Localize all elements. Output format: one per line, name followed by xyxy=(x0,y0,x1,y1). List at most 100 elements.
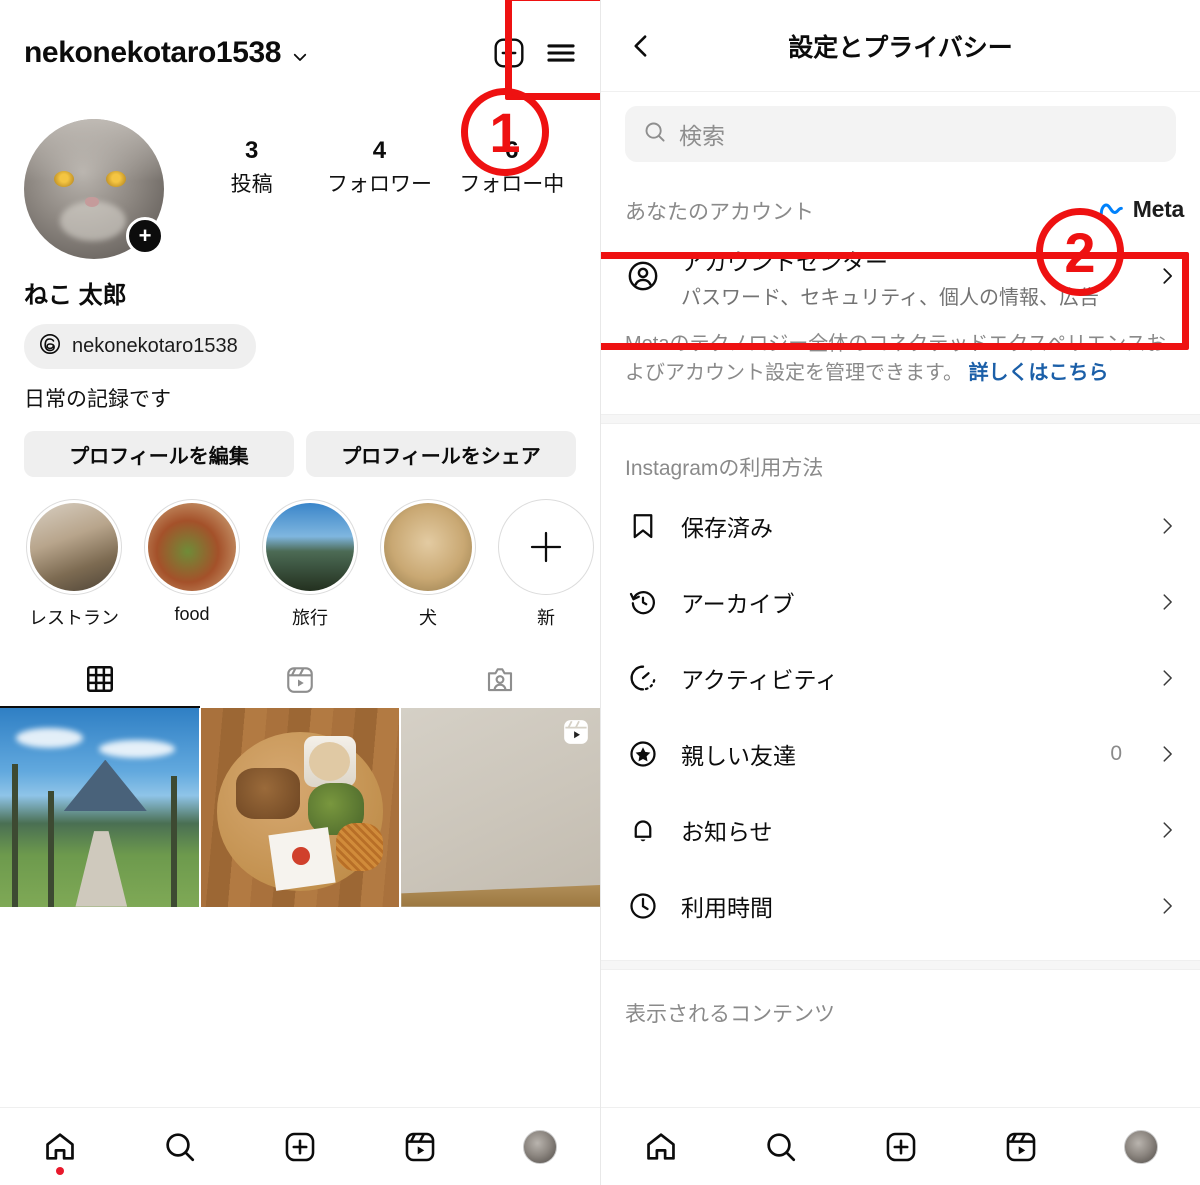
chevron-right-icon xyxy=(1156,591,1178,613)
edit-profile-button[interactable]: プロフィールを編集 xyxy=(24,431,294,477)
section-your-account: あなたのアカウント Meta アカウントセンター パスワード、セキュリティ、個人… xyxy=(601,172,1200,424)
stat-followers-count: 4 xyxy=(372,137,387,164)
plus-square-icon[interactable] xyxy=(488,32,530,74)
highlight-label: 犬 xyxy=(419,608,437,628)
avatar-icon xyxy=(523,1129,557,1164)
learn-more-link[interactable]: 詳しくはこちら xyxy=(969,362,1109,384)
nav-home[interactable] xyxy=(30,1117,90,1177)
threads-badge[interactable]: nekonekotaro1538 xyxy=(24,324,256,369)
row-text: アーカイブ xyxy=(681,585,1136,619)
row-notifications[interactable]: お知らせ xyxy=(601,792,1200,868)
post-thumbnail[interactable] xyxy=(0,708,199,907)
nav-home[interactable] xyxy=(631,1117,691,1177)
add-story-button[interactable]: + xyxy=(126,217,164,255)
tree xyxy=(11,763,18,907)
stat-followers[interactable]: 4 フォロワー xyxy=(327,137,432,198)
chevron-down-icon[interactable] xyxy=(291,48,309,66)
cup xyxy=(303,735,356,788)
highlight-label: 新 xyxy=(537,608,555,628)
close-friends-count: 0 xyxy=(1110,742,1122,765)
chevron-right-icon xyxy=(1156,265,1178,287)
home-icon xyxy=(647,1132,675,1160)
post-image-landscape xyxy=(0,708,199,907)
avatar-art-muzzle xyxy=(60,201,126,241)
grid-tab[interactable] xyxy=(0,652,200,708)
chevron-right-icon xyxy=(1156,743,1178,765)
row-title: 親しい友達 xyxy=(681,743,796,769)
row-text: 保存済み xyxy=(681,509,1136,543)
profile-action-buttons: プロフィールを編集 プロフィールをシェア xyxy=(0,413,600,477)
highlight-ring xyxy=(262,499,358,595)
row-title: アクティビティ xyxy=(681,667,839,693)
tagged-tab[interactable] xyxy=(400,652,600,708)
notification-dot xyxy=(56,1166,64,1175)
highlight-label: レストラン xyxy=(29,608,119,628)
cloud xyxy=(15,727,84,748)
cloud xyxy=(99,739,175,758)
nav-search[interactable] xyxy=(751,1117,811,1177)
photo-art xyxy=(200,708,400,907)
search-input[interactable]: 検索 xyxy=(625,106,1176,162)
stat-followers-label: フォロワー xyxy=(326,172,432,196)
highlight-restaurant[interactable]: レストラン xyxy=(26,499,122,630)
reels-tab[interactable] xyxy=(200,652,400,708)
share-profile-button[interactable]: プロフィールをシェア xyxy=(306,431,576,477)
chevron-right-icon xyxy=(1156,667,1178,689)
profile-tabs xyxy=(0,652,600,708)
row-saved[interactable]: 保存済み xyxy=(601,488,1200,564)
stat-following-count: 6 xyxy=(505,137,519,164)
highlight-thumb xyxy=(148,503,236,591)
profile-display-name: ねこ 太郎 xyxy=(24,282,127,309)
photo-art xyxy=(0,708,199,907)
nav-reels[interactable] xyxy=(991,1117,1051,1177)
chevron-right-icon xyxy=(1156,515,1178,537)
meat xyxy=(236,767,300,820)
nav-reels[interactable] xyxy=(390,1117,450,1177)
profile-avatar-wrap[interactable]: + xyxy=(24,119,164,259)
back-chevron-icon[interactable] xyxy=(611,16,671,76)
nav-search[interactable] xyxy=(150,1117,210,1177)
row-subtitle: パスワード、セキュリティ、個人の情報、広告 xyxy=(681,286,1099,309)
row-activity[interactable]: アクティビティ xyxy=(601,640,1200,716)
highlight-travel[interactable]: 旅行 xyxy=(262,499,358,630)
row-archive[interactable]: アーカイブ xyxy=(601,564,1200,640)
tomato xyxy=(292,847,310,865)
nav-create[interactable] xyxy=(871,1117,931,1177)
highlight-ring xyxy=(26,499,122,595)
section-content-shown: 表示されるコンテンツ xyxy=(601,970,1200,1034)
nav-profile[interactable] xyxy=(510,1117,570,1177)
post-thumbnail[interactable] xyxy=(200,708,400,907)
profile-header: nekonekotaro1538 xyxy=(0,0,600,105)
highlight-food[interactable]: food xyxy=(144,499,240,630)
clock-icon xyxy=(625,891,661,921)
nav-create[interactable] xyxy=(270,1117,330,1177)
highlight-thumb xyxy=(30,503,118,591)
plus-icon xyxy=(530,531,562,563)
row-close-friends[interactable]: 親しい友達 0 xyxy=(601,716,1200,792)
profile-username[interactable]: nekonekotaro1538 xyxy=(24,36,281,70)
tagged-icon xyxy=(487,668,513,692)
avatar-art-nose xyxy=(85,197,99,207)
stat-following[interactable]: 6 フォロー中 xyxy=(459,137,564,198)
path xyxy=(75,831,128,907)
stat-posts[interactable]: 3 投稿 xyxy=(204,137,300,198)
posts-grid xyxy=(0,708,600,907)
account-circle-icon xyxy=(625,259,661,293)
highlight-thumb xyxy=(266,503,354,591)
post-thumbnail[interactable] xyxy=(401,708,600,907)
archive-clock-icon xyxy=(625,587,661,617)
highlight-new[interactable]: 新 xyxy=(498,499,594,630)
nav-profile[interactable] xyxy=(1111,1117,1171,1177)
reels-icon xyxy=(287,667,313,693)
home-icon xyxy=(46,1132,74,1160)
row-account-center[interactable]: アカウントセンター パスワード、セキュリティ、個人の情報、広告 xyxy=(601,232,1200,320)
hamburger-menu-icon[interactable] xyxy=(540,32,582,74)
row-text: アカウントセンター パスワード、セキュリティ、個人の情報、広告 xyxy=(681,243,1136,310)
avatar-art-eye-right xyxy=(106,171,126,187)
stat-posts-label: 投稿 xyxy=(230,172,273,196)
screenshot-root: nekonekotaro1538 + 3 投稿 4 フォロワー 6 フォロー中 … xyxy=(0,0,1200,1185)
profile-stats: 3 投稿 4 フォロワー 6 フォロー中 xyxy=(164,119,578,198)
row-time-spent[interactable]: 利用時間 xyxy=(601,868,1200,944)
bell-icon xyxy=(625,815,661,845)
highlight-dog[interactable]: 犬 xyxy=(380,499,476,630)
